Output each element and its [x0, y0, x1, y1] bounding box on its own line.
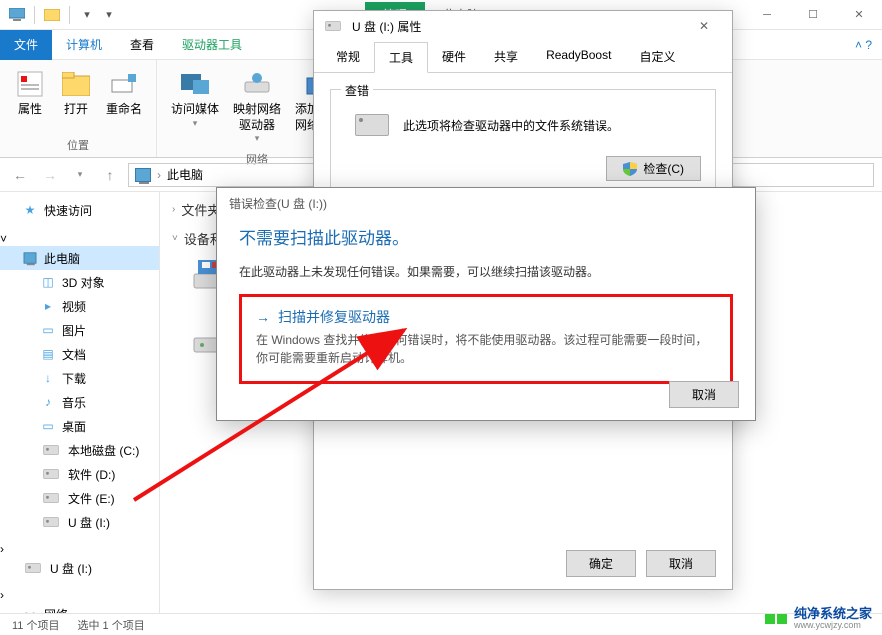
sidebar-item-documents[interactable]: ▤文档: [0, 342, 159, 366]
sidebar-item-drive-i[interactable]: U 盘 (I:): [0, 510, 159, 534]
nav-back-button[interactable]: ←: [8, 163, 32, 187]
drive-icon: [43, 517, 58, 527]
error-heading: 不需要扫描此驱动器。: [239, 224, 733, 249]
arrow-right-icon: →: [256, 309, 270, 325]
status-count: 11 个项目: [12, 617, 59, 633]
sidebar-item-videos[interactable]: ▸视频: [0, 294, 159, 318]
tab-general[interactable]: 常规: [322, 42, 374, 73]
sidebar-item-drive-d[interactable]: 软件 (D:): [0, 462, 159, 486]
sidebar-network[interactable]: ⊶网络: [0, 602, 159, 613]
sidebar-item-pictures[interactable]: ▭图片: [0, 318, 159, 342]
sidebar: ★快速访问 ˅此电脑 ◫3D 对象 ▸视频 ▭图片 ▤文档 ↓下载 ♪音乐 ▭桌…: [0, 192, 160, 613]
sidebar-item-music[interactable]: ♪音乐: [0, 390, 159, 414]
sidebar-item-downloads[interactable]: ↓下载: [0, 366, 159, 390]
qat-dropdown-icon[interactable]: ▾: [100, 6, 118, 24]
breadcrumb[interactable]: 此电脑: [167, 166, 203, 183]
tab-view[interactable]: 查看: [116, 30, 168, 60]
qat-properties-icon[interactable]: ▾: [78, 6, 96, 24]
video-icon: ▸: [40, 298, 56, 314]
drive-icon: [325, 21, 340, 31]
sidebar-removable[interactable]: U 盘 (I:): [0, 556, 159, 580]
statusbar: 11 个项目 选中 1 个项目: [0, 613, 882, 635]
error-check-dialog: 错误检查(U 盘 (I:)) 不需要扫描此驱动器。 在此驱动器上未发现任何错误。…: [216, 187, 756, 421]
sidebar-quick-access[interactable]: ★快速访问: [0, 198, 159, 222]
dialog-tabs: 常规 工具 硬件 共享 ReadyBoost 自定义: [314, 41, 732, 73]
ribbon-group-location: 位置: [67, 135, 89, 155]
music-icon: ♪: [40, 394, 56, 410]
pc-icon: [135, 168, 151, 182]
app-icon: [8, 6, 26, 24]
open-button[interactable]: 打开: [54, 64, 98, 122]
maximize-button[interactable]: ☐: [790, 0, 836, 30]
watermark: 纯净系统之家 www.ycwjzy.com: [764, 607, 872, 631]
logo-icon: [764, 613, 788, 625]
tab-computer[interactable]: 计算机: [52, 30, 116, 60]
drive-icon: [43, 469, 58, 479]
dialog-title: 错误检查(U 盘 (I:)): [217, 188, 755, 218]
pc-icon: [24, 252, 37, 263]
drive-icon: [43, 445, 58, 455]
cancel-button[interactable]: 取消: [669, 381, 739, 408]
cancel-button[interactable]: 取消: [646, 550, 716, 577]
expand-icon[interactable]: ›: [0, 542, 4, 556]
sidebar-this-pc[interactable]: 此电脑: [0, 246, 159, 270]
drive-icon: [43, 493, 58, 503]
cube-icon: ◫: [40, 274, 56, 290]
chevron-down-icon: ˅: [172, 233, 178, 244]
sidebar-item-drive-c[interactable]: 本地磁盘 (C:): [0, 438, 159, 462]
tab-file[interactable]: 文件: [0, 30, 52, 60]
dialog-titlebar: U 盘 (I:) 属性 ✕: [314, 11, 732, 41]
download-icon: ↓: [40, 370, 56, 386]
access-media-button[interactable]: 访问媒体▾: [165, 64, 225, 133]
map-drive-button[interactable]: 映射网络 驱动器▾: [227, 64, 287, 149]
picture-icon: ▭: [40, 322, 56, 338]
desktop-icon: ▭: [40, 418, 56, 434]
shield-icon: [623, 162, 637, 176]
status-selected: 选中 1 个项目: [77, 617, 144, 633]
properties-button[interactable]: 属性: [8, 64, 52, 122]
drive-icon: [25, 563, 40, 573]
scan-description: 在 Windows 查找并修复任何错误时，将不能使用驱动器。该过程可能需要一段时…: [256, 331, 716, 367]
star-icon: ★: [22, 202, 38, 218]
tab-hardware[interactable]: 硬件: [428, 42, 480, 73]
ok-button[interactable]: 确定: [566, 550, 636, 577]
network-icon: ⊶: [22, 606, 38, 613]
nav-recent-button[interactable]: ▾: [68, 163, 92, 187]
error-text: 在此驱动器上未发现任何错误。如果需要，可以继续扫描该驱动器。: [239, 263, 733, 280]
expand-icon[interactable]: ˅: [0, 232, 7, 246]
scan-repair-option[interactable]: →扫描并修复驱动器 在 Windows 查找并修复任何错误时，将不能使用驱动器。…: [239, 294, 733, 384]
sidebar-item-desktop[interactable]: ▭桌面: [0, 414, 159, 438]
drive-icon: [355, 114, 389, 136]
check-description: 此选项将检查驱动器中的文件系统错误。: [403, 117, 619, 134]
sidebar-item-drive-e[interactable]: 文件 (E:): [0, 486, 159, 510]
nav-up-button[interactable]: ↑: [98, 163, 122, 187]
tab-custom[interactable]: 自定义: [625, 42, 689, 73]
document-icon: ▤: [40, 346, 56, 362]
qat-folder-icon[interactable]: [43, 6, 61, 24]
nav-forward-button[interactable]: →: [38, 163, 62, 187]
check-button[interactable]: 检查(C): [606, 156, 701, 181]
tab-tools[interactable]: 工具: [374, 42, 428, 73]
tab-sharing[interactable]: 共享: [480, 42, 532, 73]
dialog-title: U 盘 (I:) 属性: [352, 18, 421, 35]
chevron-right-icon: ›: [172, 204, 175, 215]
error-check-group: 查错 此选项将检查驱动器中的文件系统错误。 检查(C): [330, 89, 716, 196]
close-button[interactable]: ✕: [836, 0, 882, 30]
ribbon-expand-icon[interactable]: ˄ ?: [855, 38, 882, 52]
expand-icon[interactable]: ›: [0, 588, 4, 602]
rename-button[interactable]: 重命名: [100, 64, 148, 122]
group-label: 查错: [341, 82, 373, 99]
dialog-close-button[interactable]: ✕: [684, 14, 724, 38]
sidebar-item-3d[interactable]: ◫3D 对象: [0, 270, 159, 294]
tab-readyboost[interactable]: ReadyBoost: [532, 42, 625, 73]
minimize-button[interactable]: ─: [744, 0, 790, 30]
tab-drive-tools[interactable]: 驱动器工具: [168, 30, 256, 60]
